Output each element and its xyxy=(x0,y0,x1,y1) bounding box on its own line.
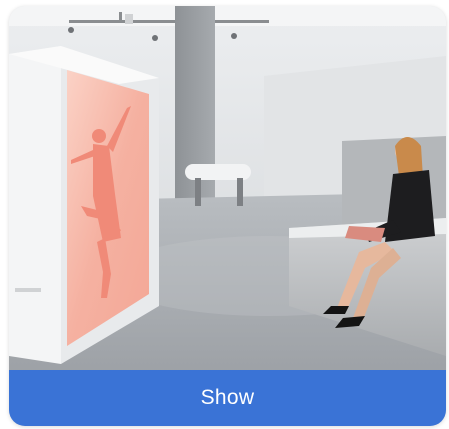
show-button[interactable]: Show xyxy=(9,370,446,426)
product-card[interactable]: Show xyxy=(9,6,446,426)
display-cabinet-showroom-photo xyxy=(9,6,446,374)
